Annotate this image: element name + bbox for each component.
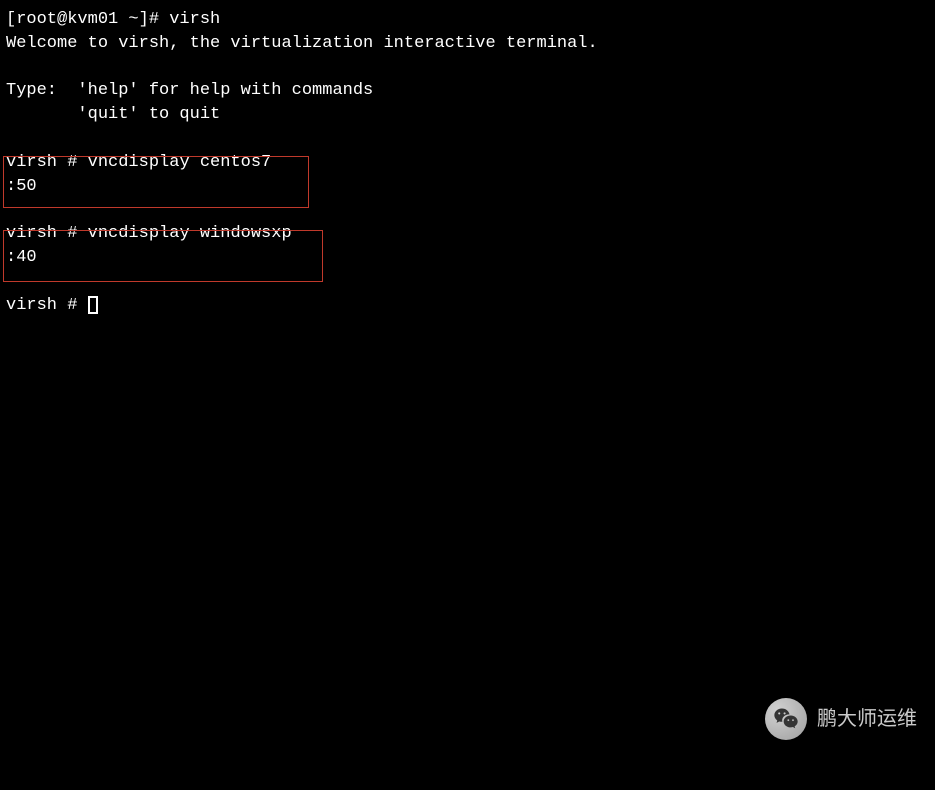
shell-prompt: [root@kvm01 ~]#: [6, 10, 169, 29]
virsh-out1: :50: [6, 175, 929, 199]
virsh-out2: :40: [6, 246, 929, 270]
shell-command: virsh: [169, 10, 220, 29]
blank-line: [6, 127, 929, 151]
virsh-cmd1-line: virsh # vncdisplay centos7: [6, 151, 929, 175]
virsh-prompt: virsh #: [6, 224, 88, 243]
shell-prompt-line: [root@kvm01 ~]# virsh: [6, 8, 929, 32]
welcome-line: Welcome to virsh, the virtualization int…: [6, 32, 929, 56]
help-line-1: Type: 'help' for help with commands: [6, 79, 929, 103]
blank-line: [6, 270, 929, 294]
virsh-prompt: virsh #: [6, 153, 88, 172]
cursor-icon: [88, 296, 98, 314]
virsh-prompt-idle[interactable]: virsh #: [6, 294, 929, 318]
virsh-cmd2: vncdisplay windowsxp: [88, 224, 292, 243]
blank-line: [6, 56, 929, 80]
watermark-text: 鹏大师运维: [817, 705, 917, 733]
wechat-icon: [765, 698, 807, 740]
watermark: 鹏大师运维: [765, 698, 917, 740]
blank-line: [6, 198, 929, 222]
virsh-cmd1: vncdisplay centos7: [88, 153, 272, 172]
virsh-cmd2-line: virsh # vncdisplay windowsxp: [6, 222, 929, 246]
help-line-2: 'quit' to quit: [6, 103, 929, 127]
virsh-prompt: virsh #: [6, 296, 88, 315]
